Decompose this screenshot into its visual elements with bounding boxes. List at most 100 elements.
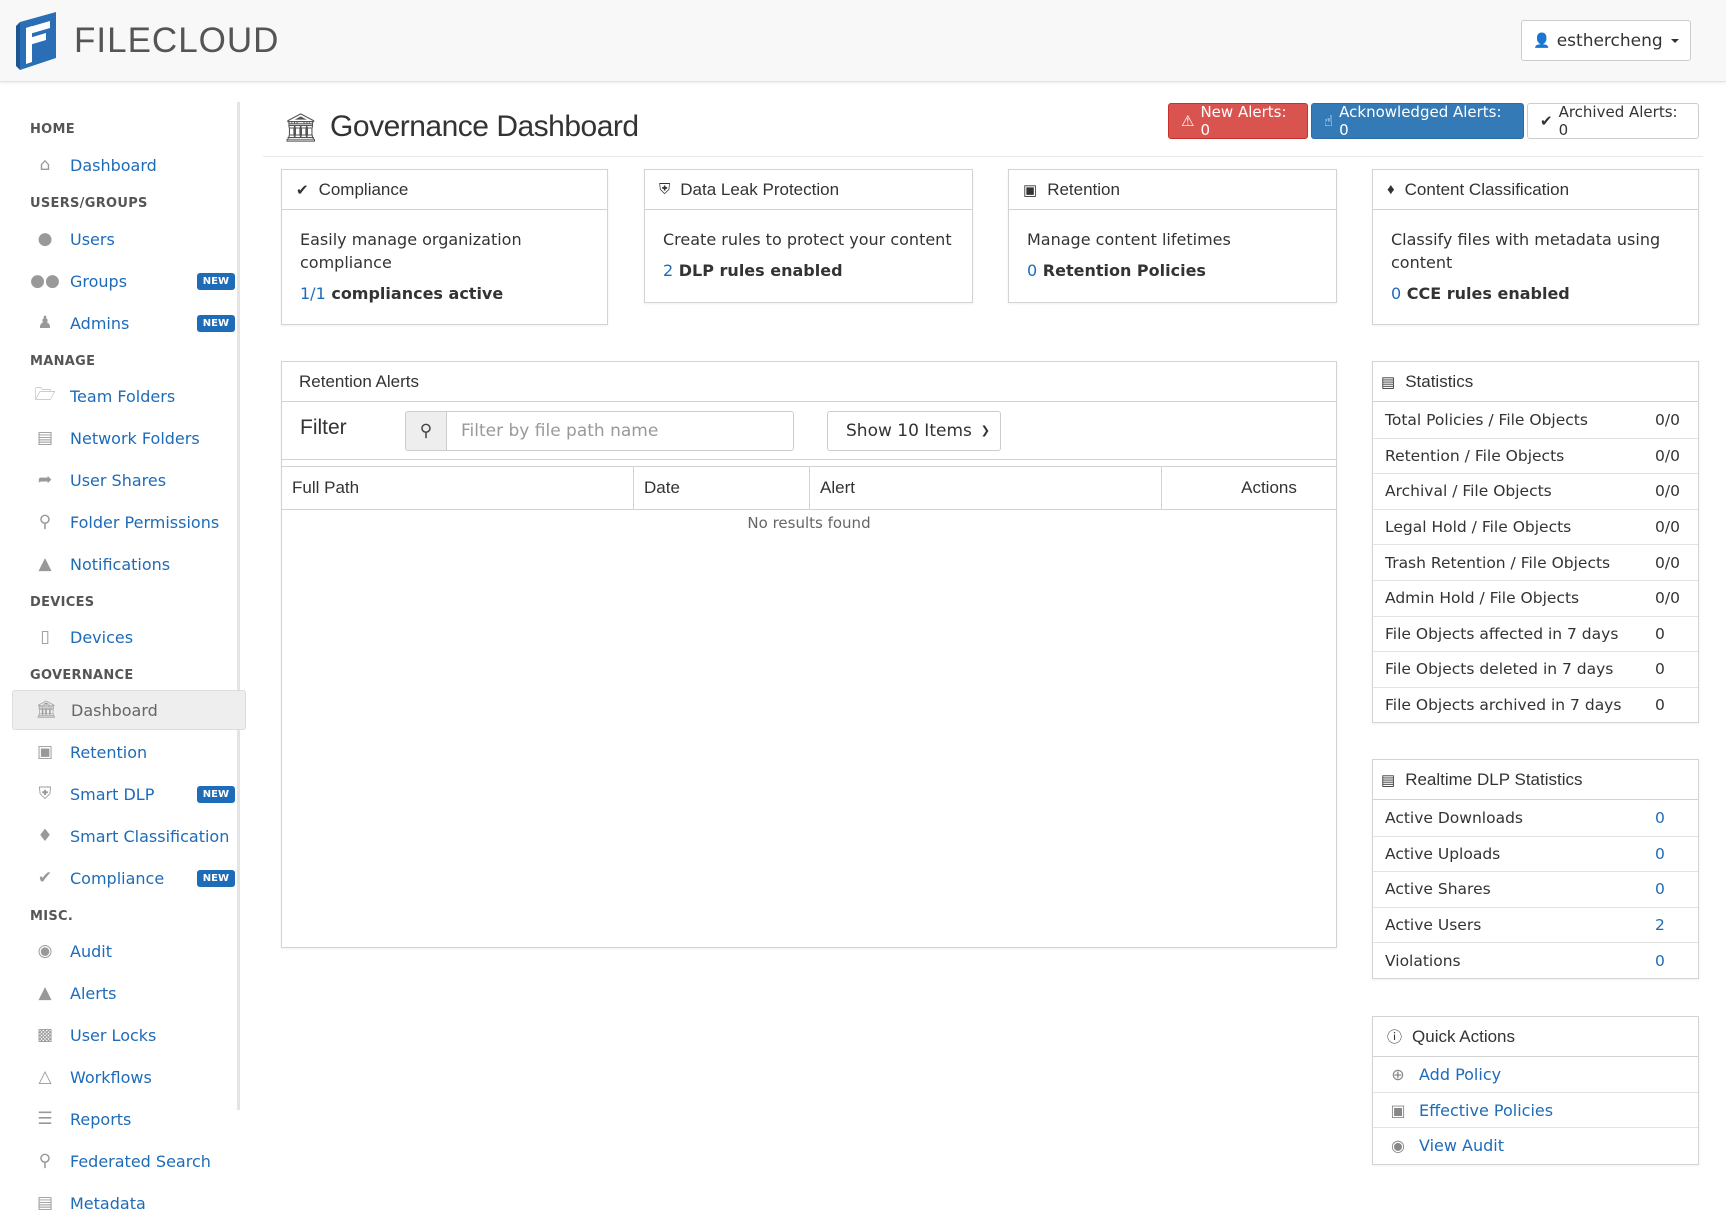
sidebar-item-label: User Shares <box>70 470 167 490</box>
effective-policies-link[interactable]: ▣ Effective Policies <box>1373 1092 1698 1127</box>
sidebar-item-compliance[interactable]: ✔ Compliance NEW <box>30 858 240 898</box>
retention-card-header: ▣ Retention <box>1009 170 1336 210</box>
archived-alerts-label: Archived Alerts: 0 <box>1558 103 1678 139</box>
compliance-count-link[interactable]: 1/1 <box>300 284 326 303</box>
sidebar-item-label: Reports <box>70 1109 132 1129</box>
sidebar-item-admins[interactable]: ♟ Admins NEW <box>30 303 240 343</box>
user-menu-button[interactable]: 👤 esthercheng <box>1521 20 1691 61</box>
quick-actions-panel: ⓘ Quick Actions ⊕ Add Policy ▣ Effective… <box>1372 1016 1699 1165</box>
list-icon: ☰ <box>37 1109 53 1129</box>
archive-icon: ▣ <box>36 742 54 762</box>
sidebar-item-reports[interactable]: ☰ Reports <box>30 1099 240 1139</box>
sidebar-item-label: Dashboard <box>71 700 158 720</box>
retention-alerts-header: Retention Alerts <box>282 362 1336 402</box>
sidebar-item-label: Smart DLP <box>70 784 155 804</box>
dlp-stat-value-link[interactable]: 0 <box>1655 845 1665 863</box>
exclamation-circle-icon: ⚠ <box>1181 112 1195 130</box>
dlp-card-stat: 2 DLP rules enabled <box>663 259 954 282</box>
sidebar-item-folder-permissions[interactable]: ⚲ Folder Permissions <box>30 502 240 542</box>
sidebar-item-retention[interactable]: ▣ Retention <box>30 732 240 772</box>
page-size-value: Show 10 Items <box>846 421 972 441</box>
dlp-stat-label: Active Shares <box>1385 880 1491 899</box>
add-policy-link[interactable]: ⊕ Add Policy <box>1373 1057 1698 1092</box>
column-full-path[interactable]: Full Path <box>282 467 634 509</box>
stat-row: Admin Hold / File Objects 0/0 <box>1373 579 1698 616</box>
stat-row: Archival / File Objects 0/0 <box>1373 473 1698 509</box>
filter-path-input[interactable] <box>446 411 794 451</box>
sidebar-item-user-shares[interactable]: ➦ User Shares <box>30 460 240 500</box>
dlp-stat-label: Violations <box>1385 951 1461 970</box>
dlp-stat-label: Active Downloads <box>1385 808 1523 827</box>
sidebar-item-groups[interactable]: ●● Groups NEW <box>30 261 240 301</box>
dlp-stat-value-link[interactable]: 0 <box>1655 809 1665 827</box>
retention-count-link[interactable]: 0 <box>1027 261 1037 280</box>
sidebar-item-governance-dashboard[interactable]: 🏛 Dashboard <box>12 690 246 730</box>
sidebar-item-dashboard[interactable]: ⌂ Dashboard <box>30 145 240 185</box>
sidebar-item-label: Retention <box>70 742 148 762</box>
stat-label: Admin Hold / File Objects <box>1385 589 1580 608</box>
sidebar-item-label: Compliance <box>70 868 165 888</box>
classification-card: ♦ Content Classification Classify files … <box>1372 169 1699 325</box>
sidebar-item-smart-classification[interactable]: ♦ Smart Classification <box>30 816 240 856</box>
check-icon: ✔ <box>296 181 309 199</box>
retention-card-body: Manage content lifetimes 0 Retention Pol… <box>1009 210 1336 282</box>
dlp-stat-row: Active Downloads 0 <box>1373 800 1698 836</box>
alerts-table-header: Full Path Date Alert Actions <box>282 466 1336 510</box>
column-date[interactable]: Date <box>634 467 810 509</box>
view-audit-label: View Audit <box>1419 1135 1505 1155</box>
sidebar-item-label: Groups <box>70 271 128 291</box>
bank-icon: 🏛 <box>283 111 319 143</box>
stat-value: 0/0 <box>1655 553 1680 572</box>
sidebar-item-smart-dlp[interactable]: ⛨ Smart DLP NEW <box>30 774 240 814</box>
sidebar-item-notifications[interactable]: ▲ Notifications <box>30 544 240 584</box>
bell-icon: ▲ <box>38 554 52 574</box>
stat-row: File Objects affected in 7 days 0 <box>1373 615 1698 652</box>
stat-row: Retention / File Objects 0/0 <box>1373 437 1698 474</box>
key-icon: ⚲ <box>38 512 52 532</box>
sidebar-item-users[interactable]: ● Users <box>30 219 240 259</box>
retention-stat-label: Retention Policies <box>1042 261 1206 280</box>
page-size-select[interactable]: Show 10 Items ❯ <box>827 411 1001 451</box>
dlp-stat-row: Active Shares 0 <box>1373 871 1698 907</box>
filecloud-logo[interactable]: FILECLOUD <box>16 12 279 70</box>
dlp-stat-value-link[interactable]: 0 <box>1655 952 1665 970</box>
sidebar-item-workflows[interactable]: △ Workflows <box>30 1057 240 1097</box>
dlp-statistics-title: Realtime DLP Statistics <box>1405 769 1583 789</box>
compliance-card-desc: Easily manage organization compliance <box>300 230 522 272</box>
sidebar-item-devices[interactable]: ▯ Devices <box>30 617 240 657</box>
new-alerts-button[interactable]: ⚠ New Alerts: 0 <box>1168 103 1308 139</box>
stat-label: Trash Retention / File Objects <box>1385 553 1611 572</box>
sidebar-item-network-folders[interactable]: ▤ Network Folders <box>30 418 240 458</box>
sidebar-item-user-locks[interactable]: ▩ User Locks <box>30 1015 240 1055</box>
dlp-card-body: Create rules to protect your content 2 D… <box>645 210 972 282</box>
metadata-icon: ▤ <box>36 1193 54 1213</box>
filter-label: Filter <box>300 416 347 439</box>
effective-policies-label: Effective Policies <box>1419 1100 1554 1120</box>
users-icon: ●● <box>30 271 60 291</box>
sidebar-item-metadata[interactable]: ▤ Metadata <box>30 1183 240 1223</box>
search-icon: ⚲ <box>405 411 447 451</box>
retention-card-stat: 0 Retention Policies <box>1027 259 1318 282</box>
view-audit-link[interactable]: ◉ View Audit <box>1373 1127 1698 1162</box>
dlp-stat-value-link[interactable]: 0 <box>1655 880 1665 898</box>
sidebar-item-federated-search[interactable]: ⚲ Federated Search <box>30 1141 240 1181</box>
column-alert[interactable]: Alert <box>810 467 1162 509</box>
classification-card-title: Content Classification <box>1404 179 1570 199</box>
archived-alerts-button[interactable]: ✔ Archived Alerts: 0 <box>1527 103 1699 139</box>
new-badge: NEW <box>196 785 235 803</box>
acknowledged-alerts-button[interactable]: ☝ Acknowledged Alerts: 0 <box>1311 103 1524 139</box>
sidebar-item-team-folders[interactable]: 🗁 Team Folders <box>30 376 240 416</box>
section-devices: DEVICES <box>30 595 95 610</box>
thumbs-up-icon: ☝ <box>1324 112 1334 130</box>
sidebar-item-alerts[interactable]: ▲ Alerts <box>30 973 240 1013</box>
stat-value: 0 <box>1655 696 1665 715</box>
retention-card-desc: Manage content lifetimes <box>1027 230 1231 249</box>
quick-actions-title: Quick Actions <box>1412 1026 1516 1046</box>
classification-count-link[interactable]: 0 <box>1391 284 1401 303</box>
bank-icon: 🏛 <box>35 700 57 720</box>
dlp-count-link[interactable]: 2 <box>663 261 673 280</box>
sidebar-item-audit[interactable]: ◉ Audit <box>30 931 240 971</box>
chevron-down-icon: ❯ <box>980 424 990 437</box>
dlp-stat-value-link[interactable]: 2 <box>1655 916 1665 934</box>
section-users-groups: USERS/GROUPS <box>30 196 148 211</box>
